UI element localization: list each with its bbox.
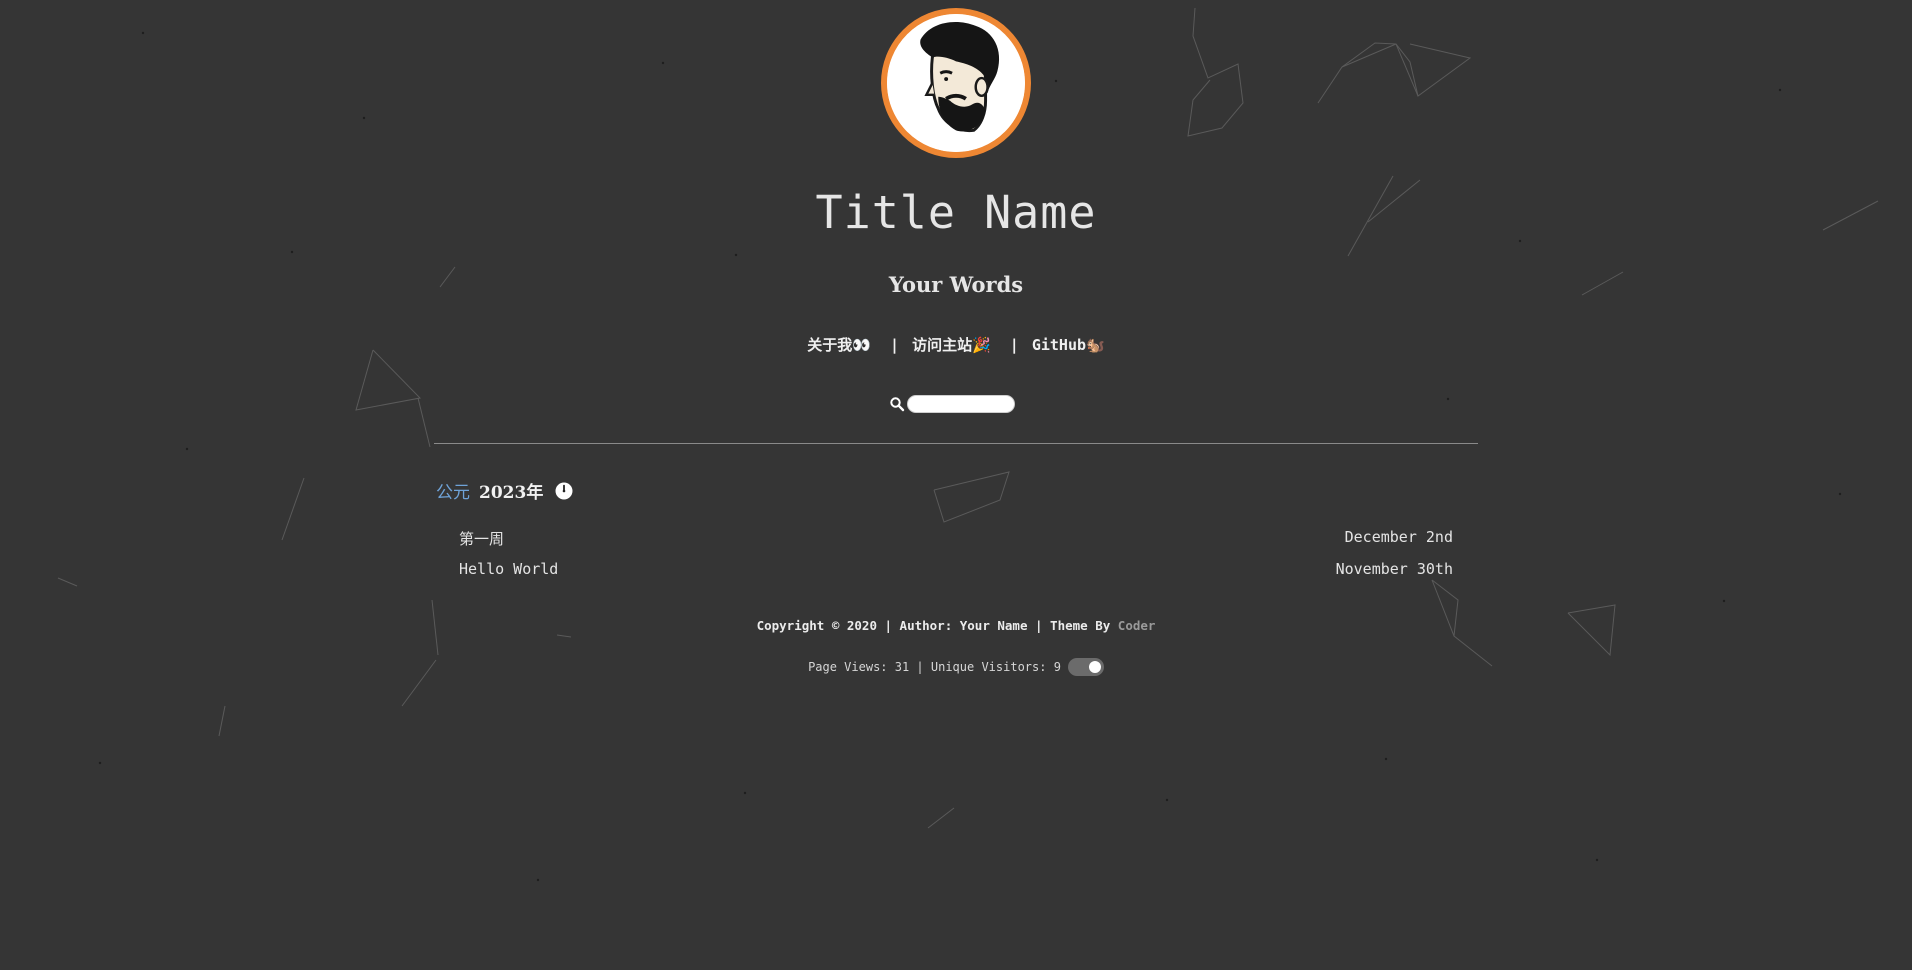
era-label: 公元	[436, 483, 470, 503]
list-item: Hello World November 30th	[459, 560, 1453, 578]
copyright-text: Copyright © 2020 | Author: Your Name | T…	[756, 618, 1118, 633]
list-item: 第一周 December 2nd	[459, 528, 1453, 549]
post-title-link[interactable]: Hello World	[459, 560, 558, 578]
search-icon[interactable]	[889, 396, 905, 412]
nav-link-about[interactable]: 关于我👀	[807, 336, 871, 354]
nav-link-github[interactable]: GitHub🐿️	[1032, 336, 1105, 354]
clock-icon	[555, 482, 573, 499]
top-nav: 关于我👀 | 访问主站🎉 | GitHub🐿️	[0, 334, 1912, 355]
theme-toggle[interactable]	[1067, 658, 1104, 676]
post-title-link[interactable]: 第一周	[459, 528, 504, 549]
visitor-stats: Page Views: 31 | Unique Visitors: 9	[808, 660, 1061, 674]
site-subtitle: Your Words	[888, 272, 1024, 297]
header-divider	[434, 443, 1478, 444]
footer-stats: Page Views: 31 | Unique Visitors: 9	[0, 658, 1912, 676]
theme-link[interactable]: Coder	[1118, 618, 1156, 633]
post-date: November 30th	[1335, 560, 1453, 578]
page: Title Name Your Words 关于我👀 | 访问主站🎉 | Git…	[0, 0, 1912, 970]
archive-year-heading: 公元 2023年	[436, 478, 573, 503]
nav-separator: |	[1009, 336, 1019, 354]
toggle-knob	[1088, 661, 1101, 673]
footer-copyright: Copyright © 2020 | Author: Your Name | T…	[0, 618, 1912, 633]
nav-link-main-site[interactable]: 访问主站🎉	[912, 336, 991, 354]
search-box	[889, 394, 1015, 414]
post-date: December 2nd	[1344, 528, 1453, 546]
year-label: 2023年	[479, 483, 544, 503]
bearded-man-avatar-icon	[887, 14, 1025, 152]
search-input[interactable]	[907, 395, 1015, 413]
nav-separator: |	[890, 336, 900, 354]
avatar[interactable]	[881, 8, 1031, 158]
site-title: Title Name	[815, 186, 1097, 239]
